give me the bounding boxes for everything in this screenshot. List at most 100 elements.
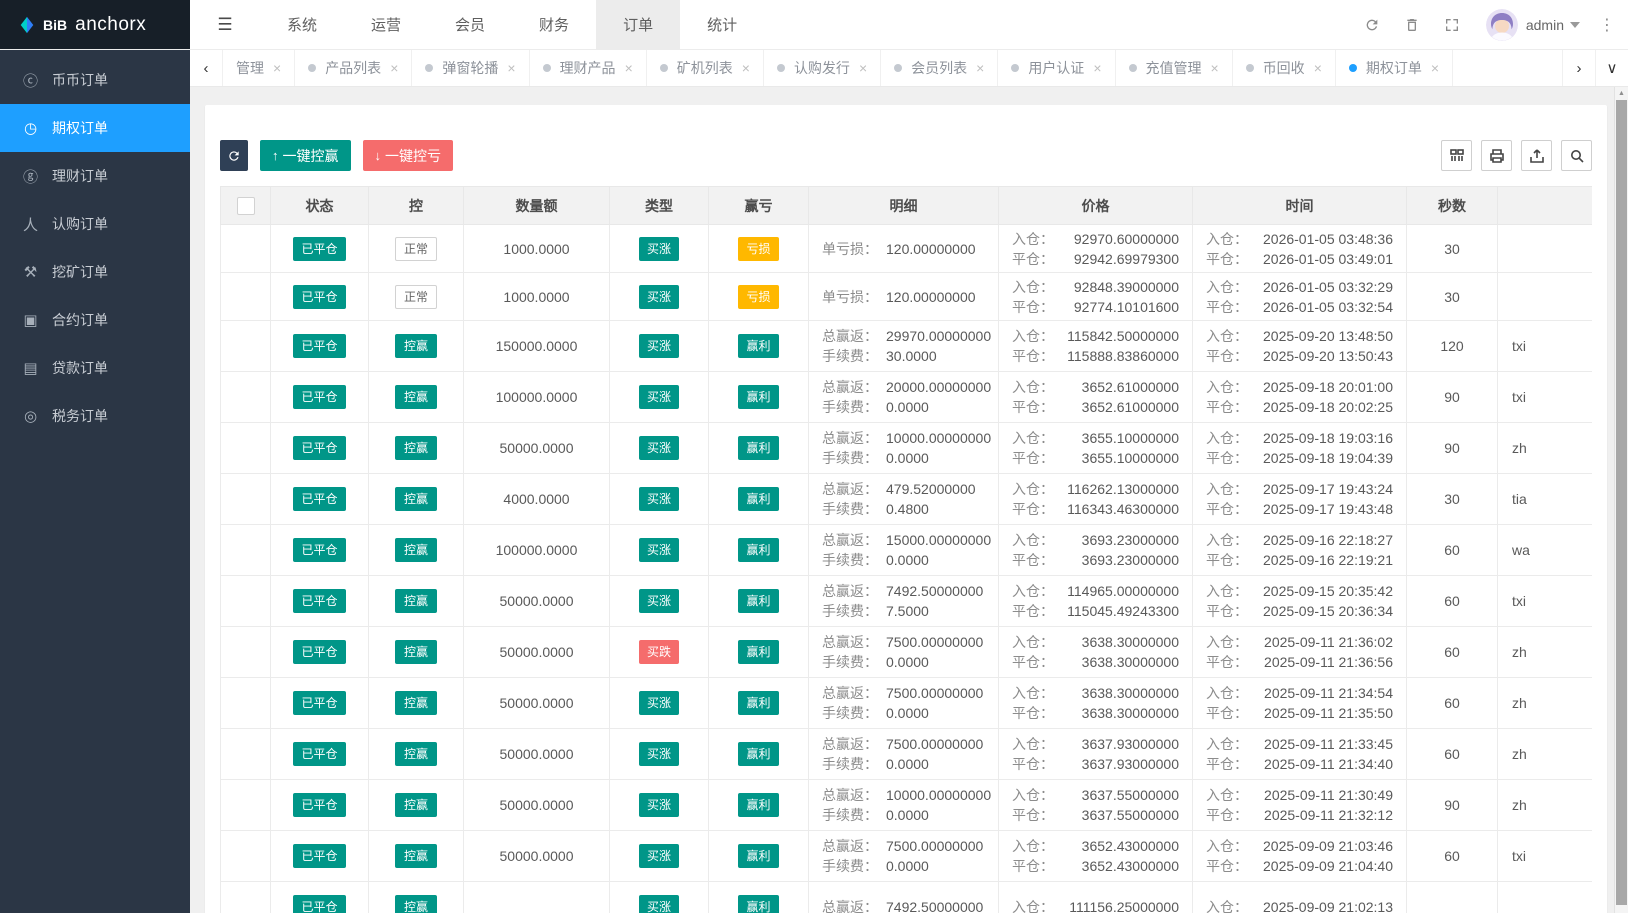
tab-close-icon[interactable]: × — [625, 60, 633, 76]
detail-cell: 总赢返： 10000.00000000 手续费： 0.0000 — [808, 422, 999, 474]
control-button[interactable]: 控赢 — [394, 538, 437, 562]
user-name[interactable]: admin — [1526, 17, 1564, 33]
tab-7[interactable]: 会员列表 × — [881, 50, 999, 86]
export-icon — [1529, 148, 1544, 163]
tab-close-icon[interactable]: × — [1211, 60, 1219, 76]
tab-close-icon[interactable]: × — [1314, 60, 1322, 76]
row-checkbox-cell[interactable] — [220, 272, 271, 321]
sidebar-toggle-icon[interactable]: ☰ — [190, 0, 260, 49]
tab-1[interactable]: 管理 × — [223, 50, 296, 86]
type-badge: 买涨 — [638, 538, 679, 562]
sidebar-item-6[interactable]: ▣ 合约订单 — [0, 296, 190, 344]
control-button[interactable]: 控赢 — [394, 793, 437, 817]
row-checkbox-cell[interactable] — [220, 830, 271, 882]
control-button[interactable]: 控赢 — [394, 691, 437, 715]
table-refresh-button[interactable] — [220, 140, 248, 171]
row-checkbox-cell[interactable] — [220, 575, 271, 627]
sidebar-item-4[interactable]: 人 认购订单 — [0, 200, 190, 248]
tab-close-icon[interactable]: × — [742, 60, 750, 76]
tab-5[interactable]: 矿机列表 × — [647, 50, 764, 86]
sidebar-item-3[interactable]: ⓖ 理财订单 — [0, 152, 190, 200]
sidebar-item-icon: ▤ — [23, 360, 38, 377]
select-all-checkbox[interactable] — [236, 196, 255, 215]
row-checkbox-cell[interactable] — [220, 422, 271, 474]
user-caret-down-icon[interactable] — [1570, 21, 1580, 28]
control-button[interactable]: 正常 — [394, 236, 437, 261]
print-button[interactable] — [1481, 140, 1512, 171]
row-checkbox-cell[interactable] — [220, 224, 271, 273]
time-cell: 入仓： 2025-09-11 21:33:45 平仓： 2025-09-11 21:… — [1192, 728, 1407, 780]
seconds-cell: 60 — [1406, 524, 1498, 576]
tab-close-icon[interactable]: × — [976, 60, 984, 76]
nav-item-label: 运营 — [371, 17, 402, 34]
fullscreen-icon[interactable] — [1432, 17, 1472, 33]
tabs-scroll-left-icon[interactable]: ‹ — [190, 50, 223, 86]
tab-11[interactable]: 期权订单 × — [1336, 50, 1454, 86]
columns-filter-button[interactable] — [1441, 140, 1472, 171]
nav-item-5[interactable]: 订单 — [596, 0, 681, 49]
tab-8[interactable]: 用户认证 × — [998, 50, 1116, 86]
row-checkbox-cell[interactable] — [220, 779, 271, 831]
sidebar-item-7[interactable]: ▤ 贷款订单 — [0, 344, 190, 392]
control-button[interactable]: 控赢 — [394, 895, 437, 913]
control-button[interactable]: 控赢 — [394, 844, 437, 868]
control-button[interactable]: 正常 — [394, 284, 437, 309]
sidebar-item-2[interactable]: ◷ 期权订单 — [0, 104, 190, 152]
sidebar-item-label: 理财订单 — [52, 168, 108, 184]
row-checkbox-cell[interactable] — [220, 728, 271, 780]
export-button[interactable] — [1521, 140, 1552, 171]
page-scrollbar[interactable]: ▲ — [1614, 87, 1628, 913]
force-win-button[interactable]: ↑ 一键控赢 — [260, 140, 351, 171]
tab-close-icon[interactable]: × — [1431, 60, 1439, 76]
price-cell: 入仓： 3638.30000000 平仓： 3638.30000000 — [998, 677, 1193, 729]
tab-3[interactable]: 弹窗轮播 × — [412, 50, 530, 86]
account-cell: wa — [1497, 524, 1592, 576]
nav-item-1[interactable]: 系统 — [260, 0, 344, 49]
force-lose-button[interactable]: ↓ 一键控亏 — [362, 140, 453, 171]
sidebar-item-1[interactable]: ⓒ 币币订单 — [0, 56, 190, 104]
nav-item-3[interactable]: 会员 — [428, 0, 512, 49]
control-button[interactable]: 控赢 — [394, 742, 437, 766]
tabs-scroll-right-icon[interactable]: › — [1562, 50, 1595, 86]
control-button[interactable]: 控赢 — [394, 334, 437, 358]
tab-close-icon[interactable]: × — [507, 60, 515, 76]
search-button[interactable] — [1561, 140, 1592, 171]
control-button[interactable]: 控赢 — [394, 589, 437, 613]
row-checkbox-cell[interactable] — [220, 881, 271, 913]
nav-item-2[interactable]: 运营 — [344, 0, 428, 49]
control-button[interactable]: 控赢 — [394, 385, 437, 409]
more-menu-icon[interactable]: ⋮ — [1594, 15, 1620, 35]
tab-close-icon[interactable]: × — [273, 60, 281, 76]
scrollbar-up-arrow-icon[interactable]: ▲ — [1615, 87, 1628, 100]
row-checkbox-cell[interactable] — [220, 524, 271, 576]
tab-close-icon[interactable]: × — [1093, 60, 1101, 76]
row-checkbox-cell[interactable] — [220, 320, 271, 372]
account-cell: zh — [1497, 728, 1592, 780]
nav-item-6[interactable]: 统计 — [680, 0, 764, 49]
sidebar-item-8[interactable]: ◎ 税务订单 — [0, 392, 190, 440]
scrollbar-thumb[interactable] — [1616, 100, 1627, 905]
trash-icon[interactable] — [1392, 17, 1432, 33]
tab-6[interactable]: 认购发行 × — [764, 50, 882, 86]
nav-item-4[interactable]: 财务 — [512, 0, 596, 49]
control-button[interactable]: 控赢 — [394, 640, 437, 664]
tab-9[interactable]: 充值管理 × — [1116, 50, 1233, 86]
row-checkbox-cell[interactable] — [220, 473, 271, 525]
tab-2[interactable]: 产品列表 × — [295, 50, 413, 86]
row-checkbox-cell[interactable] — [220, 371, 271, 423]
control-button[interactable]: 控赢 — [394, 487, 437, 511]
control-button[interactable]: 控赢 — [394, 436, 437, 460]
row-checkbox-cell[interactable] — [220, 677, 271, 729]
refresh-icon[interactable] — [1352, 17, 1392, 33]
sidebar-item-5[interactable]: ⚒ 挖矿订单 — [0, 248, 190, 296]
tab-10[interactable]: 币回收 × — [1233, 50, 1336, 86]
tab-close-icon[interactable]: × — [390, 60, 398, 76]
tab-dot-icon — [894, 64, 903, 72]
table-row-9: 已平仓 控赢 50000.0000 买跌 赢利 总赢返： 7500.0000000… — [220, 626, 1592, 678]
row-checkbox-cell[interactable] — [220, 626, 271, 678]
tab-close-icon[interactable]: × — [859, 60, 867, 76]
tabs-menu-icon[interactable]: ∨ — [1595, 50, 1628, 86]
tab-4[interactable]: 理财产品 × — [530, 50, 647, 86]
sidebar-item-icon: ⓖ — [22, 168, 38, 186]
user-avatar[interactable] — [1485, 8, 1518, 41]
